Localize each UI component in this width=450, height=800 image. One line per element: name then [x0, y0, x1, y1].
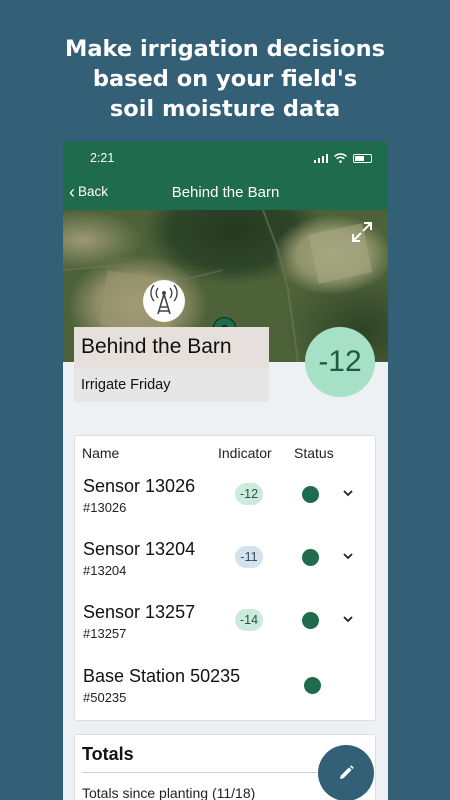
sensor-name: Sensor 13257	[83, 602, 196, 622]
column-header-name: Name	[82, 445, 120, 461]
edit-fab-button[interactable]	[318, 745, 374, 800]
sensor-list-card: Name Indicator Status Sensor 13026 #1302…	[74, 435, 376, 721]
sensor-row[interactable]: Sensor 13026 #13026 -12	[75, 476, 375, 536]
cellular-signal-icon	[313, 154, 328, 163]
base-station-name: Base Station 50235	[83, 666, 241, 686]
totals-subtitle: Totals since planting (11/18)	[82, 785, 256, 800]
battery-icon	[353, 154, 372, 163]
chevron-down-icon[interactable]	[342, 488, 354, 498]
sensor-row[interactable]: Sensor 13204 #13204 -11	[75, 539, 375, 599]
status-dot	[302, 486, 319, 503]
status-icons	[313, 153, 372, 163]
promo-line-2: based on your field's	[92, 66, 358, 92]
status-time: 2:21	[90, 151, 115, 165]
base-station-row[interactable]: Base Station 50235 #50235	[75, 666, 375, 726]
divider	[82, 772, 325, 773]
field-name: Behind the Barn	[74, 327, 269, 368]
column-header-status: Status	[294, 445, 334, 461]
phone-screen: 2:21 ‹ Back Behind the Barn Behind the B…	[63, 141, 388, 800]
sensor-id: #13257	[83, 626, 127, 641]
pencil-icon	[340, 765, 354, 779]
sensor-id: #13204	[83, 563, 127, 578]
sensor-indicator-pill: -14	[235, 609, 263, 631]
status-dot	[302, 612, 319, 629]
sensor-row[interactable]: Sensor 13257 #13257 -14	[75, 602, 375, 662]
status-bar: 2:21	[63, 141, 388, 176]
sensor-name: Sensor 13204	[83, 539, 196, 559]
expand-icon[interactable]	[350, 220, 374, 244]
wifi-icon	[334, 153, 347, 163]
totals-title: Totals	[82, 744, 134, 764]
base-station-tower-icon[interactable]	[143, 280, 185, 322]
status-dot	[302, 549, 319, 566]
sensor-id: #13026	[83, 500, 127, 515]
sensor-name: Sensor 13026	[83, 476, 196, 496]
field-indicator-badge: -12	[305, 327, 375, 397]
column-header-indicator: Indicator	[218, 445, 272, 461]
irrigation-recommendation: Irrigate Friday	[74, 368, 269, 402]
page-title: Behind the Barn	[171, 184, 280, 201]
promo-headline: Make irrigation decisions based on your …	[0, 34, 450, 124]
promo-line-3: soil moisture data	[109, 96, 341, 122]
chevron-down-icon[interactable]	[342, 614, 354, 624]
base-station-id: #50235	[83, 690, 127, 705]
field-summary-card: Behind the Barn Irrigate Friday	[74, 327, 269, 402]
promo-line-1: Make irrigation decisions	[64, 36, 386, 62]
chevron-down-icon[interactable]	[342, 551, 354, 561]
status-dot	[304, 677, 321, 694]
nav-bar: ‹ Back Behind the Barn	[63, 176, 388, 210]
sensor-indicator-pill: -11	[235, 546, 263, 568]
sensor-indicator-pill: -12	[235, 483, 263, 505]
